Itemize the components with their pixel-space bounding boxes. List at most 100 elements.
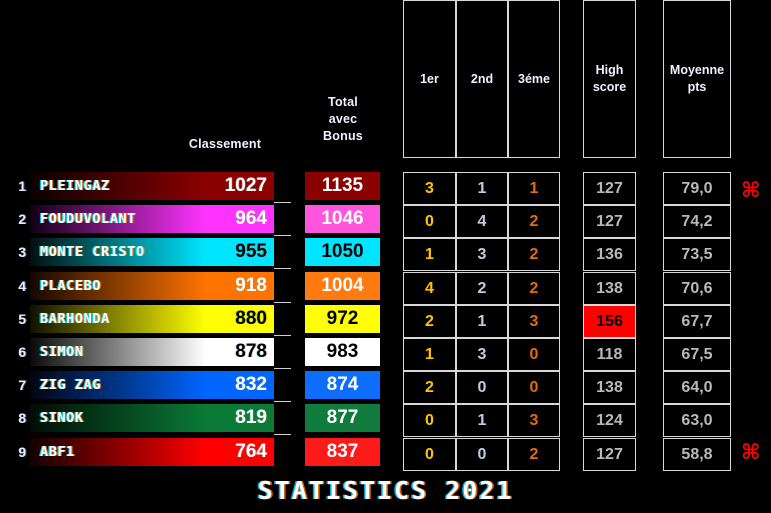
row-tick-mark xyxy=(274,202,291,203)
high-score-header: High score xyxy=(583,0,636,158)
first-place-cell: 2 xyxy=(403,305,456,338)
player-name: MONTE CRISTO xyxy=(40,244,145,260)
high-score-header-line-2: score xyxy=(592,80,627,94)
table-row: 3 MONTE CRISTO 955 xyxy=(0,238,290,266)
second-place-cell: 0 xyxy=(456,371,508,404)
high-score-cell: 156 xyxy=(583,305,636,338)
total-avec-bonus-cell: 1046 xyxy=(305,205,380,233)
table-row: 9 ABF1 764 xyxy=(0,438,290,466)
total-avec-bonus-cell: 837 xyxy=(305,438,380,466)
command-icon: ⌘ xyxy=(741,440,761,464)
player-name: ZIG ZAG xyxy=(40,377,102,393)
classement-score: 880 xyxy=(235,308,267,329)
classement-score: 764 xyxy=(235,441,267,462)
command-icon: ⌘ xyxy=(741,178,761,202)
rank-number: 6 xyxy=(18,344,26,360)
moyenne-cell: 79,0 xyxy=(663,172,731,205)
table-row: 1 PLEINGAZ 1027 xyxy=(0,172,290,200)
moyenne-cell: 67,7 xyxy=(663,305,731,338)
second-place-cell: 3 xyxy=(456,238,508,271)
footer-title: STATISTICS 2021 xyxy=(257,476,514,505)
classement-bar: MONTE CRISTO 955 xyxy=(30,238,274,266)
moyenne-cell: 73,5 xyxy=(663,238,731,271)
row-tick-mark xyxy=(274,335,291,336)
high-score-cell: 124 xyxy=(583,404,636,437)
classement-score: 878 xyxy=(235,341,267,362)
third-place-cell: 2 xyxy=(508,205,560,238)
second-place-header: 2nd xyxy=(456,0,508,158)
third-place-cell: 3 xyxy=(508,404,560,437)
table-row: 7 ZIG ZAG 832 xyxy=(0,371,290,399)
classement-bar: ZIG ZAG 832 xyxy=(30,371,274,399)
player-name: PLEINGAZ xyxy=(40,178,110,194)
second-place-cell: 1 xyxy=(456,172,508,205)
row-tick-mark xyxy=(274,434,291,435)
rank-number: 7 xyxy=(18,377,26,393)
classement-score: 918 xyxy=(235,275,267,296)
classement-score: 964 xyxy=(235,208,267,229)
high-score-header-line-1: High xyxy=(595,63,624,77)
first-place-cell: 3 xyxy=(403,172,456,205)
moyenne-cell: 74,2 xyxy=(663,205,731,238)
total-header-line-2: avec xyxy=(328,112,358,126)
player-name: BARHONDA xyxy=(40,311,110,327)
classement-bar: SIMON 878 xyxy=(30,338,274,366)
classement-bar: FOUDUVOLANT 964 xyxy=(30,205,274,233)
rank-number: 9 xyxy=(18,444,26,460)
third-place-cell: 2 xyxy=(508,238,560,271)
second-place-cell: 1 xyxy=(456,305,508,338)
row-tick-mark xyxy=(274,401,291,402)
third-place-cell: 0 xyxy=(508,338,560,371)
first-place-cell: 0 xyxy=(403,205,456,238)
total-header-line-3: Bonus xyxy=(323,129,363,143)
total-avec-bonus-cell: 1050 xyxy=(305,238,380,266)
rank-number: 2 xyxy=(18,211,26,227)
classement-bar: BARHONDA 880 xyxy=(30,305,274,333)
high-score-cell: 136 xyxy=(583,238,636,271)
table-row: 8 SINOK 819 xyxy=(0,404,290,432)
total-avec-bonus-cell: 972 xyxy=(305,305,380,333)
moyenne-header-line-2: pts xyxy=(687,80,707,94)
rank-number: 5 xyxy=(18,311,26,327)
classement-bar: ABF1 764 xyxy=(30,438,274,466)
table-row: 2 FOUDUVOLANT 964 xyxy=(0,205,290,233)
table-row: 5 BARHONDA 880 xyxy=(0,305,290,333)
first-place-cell: 1 xyxy=(403,338,456,371)
classement-header: Classement xyxy=(188,137,262,151)
player-name: PLACEBO xyxy=(40,278,102,294)
second-place-cell: 1 xyxy=(456,404,508,437)
table-row: 4 PLACEBO 918 xyxy=(0,272,290,300)
first-place-cell: 1 xyxy=(403,238,456,271)
first-place-cell: 2 xyxy=(403,371,456,404)
total-header-line-1: Total xyxy=(328,95,358,109)
moyenne-header: Moyenne pts xyxy=(663,0,731,158)
first-place-cell: 4 xyxy=(403,272,456,305)
classement-bar: SINOK 819 xyxy=(30,404,274,432)
third-place-cell: 2 xyxy=(508,438,560,471)
moyenne-cell: 63,0 xyxy=(663,404,731,437)
classement-score: 832 xyxy=(235,374,267,395)
player-name: ABF1 xyxy=(40,444,75,460)
high-score-cell: 127 xyxy=(583,172,636,205)
classement-score: 819 xyxy=(235,407,267,428)
second-place-cell: 4 xyxy=(456,205,508,238)
total-avec-bonus-cell: 877 xyxy=(305,404,380,432)
third-place-cell: 1 xyxy=(508,172,560,205)
second-place-cell: 3 xyxy=(456,338,508,371)
table-row: 6 SIMON 878 xyxy=(0,338,290,366)
third-place-header: 3éme xyxy=(508,0,560,158)
third-place-cell: 3 xyxy=(508,305,560,338)
player-name: SINOK xyxy=(40,410,84,426)
row-tick-mark xyxy=(274,235,291,236)
moyenne-cell: 58,8 xyxy=(663,438,731,471)
high-score-cell: 127 xyxy=(583,205,636,238)
first-place-cell: 0 xyxy=(403,438,456,471)
player-name: SIMON xyxy=(40,344,84,360)
high-score-cell: 138 xyxy=(583,371,636,404)
rank-number: 4 xyxy=(18,278,26,294)
moyenne-cell: 70,6 xyxy=(663,272,731,305)
player-name: FOUDUVOLANT xyxy=(40,211,137,227)
classement-bar: PLEINGAZ 1027 xyxy=(30,172,274,200)
total-avec-bonus-cell: 983 xyxy=(305,338,380,366)
total-avec-bonus-cell: 1004 xyxy=(305,272,380,300)
